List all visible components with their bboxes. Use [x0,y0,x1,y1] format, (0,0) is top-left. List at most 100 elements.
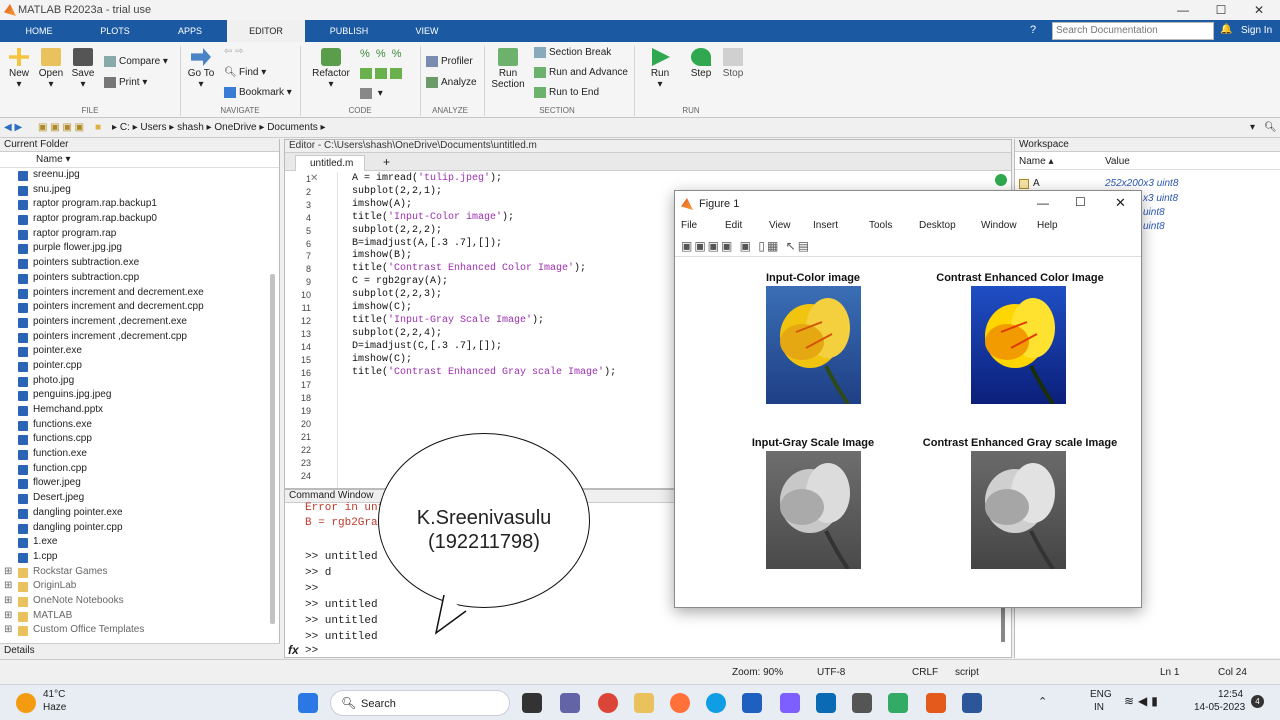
refactor-button[interactable]: Refactor ▾ [310,48,352,90]
editor-tab[interactable]: untitled.m ✕ [295,155,365,184]
tray-chevron-icon[interactable]: ⌃ [1038,695,1047,708]
add-tab-icon[interactable]: + [383,155,390,169]
name-column-header[interactable]: Name ▾ [0,152,279,168]
code-tools-icon[interactable]: % % % [360,48,402,60]
expand-icon[interactable]: ⊞ [4,609,12,624]
matlab-taskbar-icon[interactable] [926,693,946,713]
search-documentation-input[interactable]: Search Documentation [1052,22,1214,40]
app-icon-2[interactable] [852,693,872,713]
app-icon[interactable] [780,693,800,713]
code-line[interactable]: subplot(2,2,3); [352,289,442,300]
code-line[interactable]: subplot(2,2,1); [352,186,442,197]
file-row[interactable]: pointers subtraction.cpp [0,271,279,286]
figure-menu-edit[interactable]: Edit [725,220,742,231]
clock-date[interactable]: 14-05-2023 [1194,702,1245,713]
figure-menu-view[interactable]: View [769,220,791,231]
code-line[interactable]: imshow(A); [352,199,412,210]
format-icon[interactable]: ▾ [360,88,383,99]
figure-menu-file[interactable]: File [681,220,697,231]
bookmark-button[interactable]: Bookmark ▾ [224,87,292,98]
firefox-icon[interactable] [670,693,690,713]
figure-close-button[interactable]: ✕ [1115,195,1126,211]
file-row[interactable]: pointer.cpp [0,359,279,374]
folder-row[interactable]: ⊞ Custom Office Templates [0,623,279,638]
language-indicator[interactable]: ENG [1090,689,1112,700]
file-row[interactable]: 1.cpp [0,550,279,565]
compare-button[interactable]: Compare ▾ [104,56,168,67]
print-button[interactable]: Print ▾ [104,77,147,88]
profiler-button[interactable]: Profiler [426,56,473,67]
folder-row[interactable]: ⊞ OriginLab [0,579,279,594]
expand-icon[interactable]: ⊞ [4,565,12,580]
file-row[interactable]: function.exe [0,447,279,462]
folder-row[interactable]: ⊞ OneNote Notebooks [0,594,279,609]
bell-icon[interactable]: 🔔 [1220,24,1232,35]
file-row[interactable]: pointer.exe [0,344,279,359]
figure-tool-icons[interactable]: ▣▣▣▣ ▣ ▯▦ ↖▤ [681,239,811,253]
figure-menu-insert[interactable]: Insert [813,220,838,231]
file-row[interactable]: pointers increment and decrement.cpp [0,300,279,315]
file-row[interactable]: purple flower.jpg.jpg [0,241,279,256]
figure-menu-help[interactable]: Help [1037,220,1058,231]
tab-home[interactable]: HOME [8,20,70,42]
command-prompt-input[interactable]: >> [305,645,318,657]
teams-icon[interactable] [560,693,580,713]
address-search-icon[interactable]: 🔍︎ [1264,122,1277,133]
expand-icon[interactable]: ⊞ [4,623,12,638]
code-line[interactable]: A = imread('tulip.jpeg'); [352,173,502,184]
open-button[interactable]: Open ▾ [37,48,65,90]
code-line[interactable]: imshow(C); [352,302,412,313]
expand-icon[interactable]: ⊞ [4,579,12,594]
notification-badge[interactable]: 4 [1251,695,1264,708]
code-line[interactable]: title('Contrast Enhanced Color Image'); [352,263,586,274]
minimize-button[interactable]: — [1164,0,1202,20]
figure-menu-tools[interactable]: Tools [869,220,892,231]
network-volume-battery-icons[interactable]: ≋◀▮ [1124,694,1162,708]
clock-time[interactable]: 12:54 [1218,689,1243,700]
ws-name-header[interactable]: Name ▴ [1019,156,1053,167]
code-line[interactable]: subplot(2,2,2); [352,225,442,236]
expand-icon[interactable]: ⊞ [4,594,12,609]
figure-minimize-button[interactable]: — [1037,196,1049,210]
figure-maximize-button[interactable]: ☐ [1075,195,1086,209]
ws-variable-name[interactable]: A [1033,178,1040,189]
new-button[interactable]: New ▾ [6,48,32,90]
file-row[interactable]: penguins.jpg.jpeg [0,388,279,403]
task-view-icon[interactable] [522,693,542,713]
figure-menu-desktop[interactable]: Desktop [919,220,956,231]
file-row[interactable]: raptor program.rap.backup1 [0,197,279,212]
section-break-button[interactable]: Section Break [534,47,611,58]
code-line[interactable]: title('Input-Color image'); [352,212,514,223]
chrome-icon[interactable] [598,693,618,713]
file-row[interactable]: photo.jpg [0,374,279,389]
weather-icon[interactable] [16,693,36,713]
tab-publish[interactable]: PUBLISH [309,20,389,42]
code-line[interactable]: B=imadjust(A,[.3 .7],[]); [352,238,502,249]
code-line[interactable]: imshow(B); [352,250,412,261]
tab-apps[interactable]: APPS [158,20,222,42]
edge-icon[interactable] [706,693,726,713]
folder-row[interactable]: ⊞ MATLAB [0,609,279,624]
code-line[interactable]: C = rgb2gray(A); [352,276,448,287]
file-row[interactable]: flower.jpeg [0,476,279,491]
code-line[interactable]: imshow(C); [352,354,412,365]
address-dropdown-icon[interactable]: ▾ [1250,122,1255,133]
run-button[interactable]: Run ▾ [645,48,675,90]
tab-view[interactable]: VIEW [395,20,459,42]
save-button[interactable]: Save ▾ [70,48,96,90]
indent-icons[interactable] [360,68,405,79]
back-forward-icon[interactable]: ⇦ ⇨ [224,46,244,57]
file-row[interactable]: pointers increment ,decrement.exe [0,315,279,330]
word-icon[interactable] [962,693,982,713]
windows-start-icon[interactable] [298,693,318,713]
maximize-button[interactable]: ☐ [1202,0,1240,20]
file-row[interactable]: snu.jpeg [0,183,279,198]
help-icon[interactable]: ? [1030,24,1044,38]
nav-arrows-icon[interactable]: ◀ ▶ [4,122,22,133]
figure-menu-window[interactable]: Window [981,220,1017,231]
store-icon[interactable] [816,693,836,713]
sign-in-link[interactable]: Sign In [1241,25,1272,36]
file-row[interactable]: pointers increment and decrement.exe [0,286,279,301]
taskbar-search[interactable]: 🔍︎ Search [330,690,510,716]
folder-tools-icon[interactable]: ▣ ▣ ▣ ▣ [38,122,84,133]
